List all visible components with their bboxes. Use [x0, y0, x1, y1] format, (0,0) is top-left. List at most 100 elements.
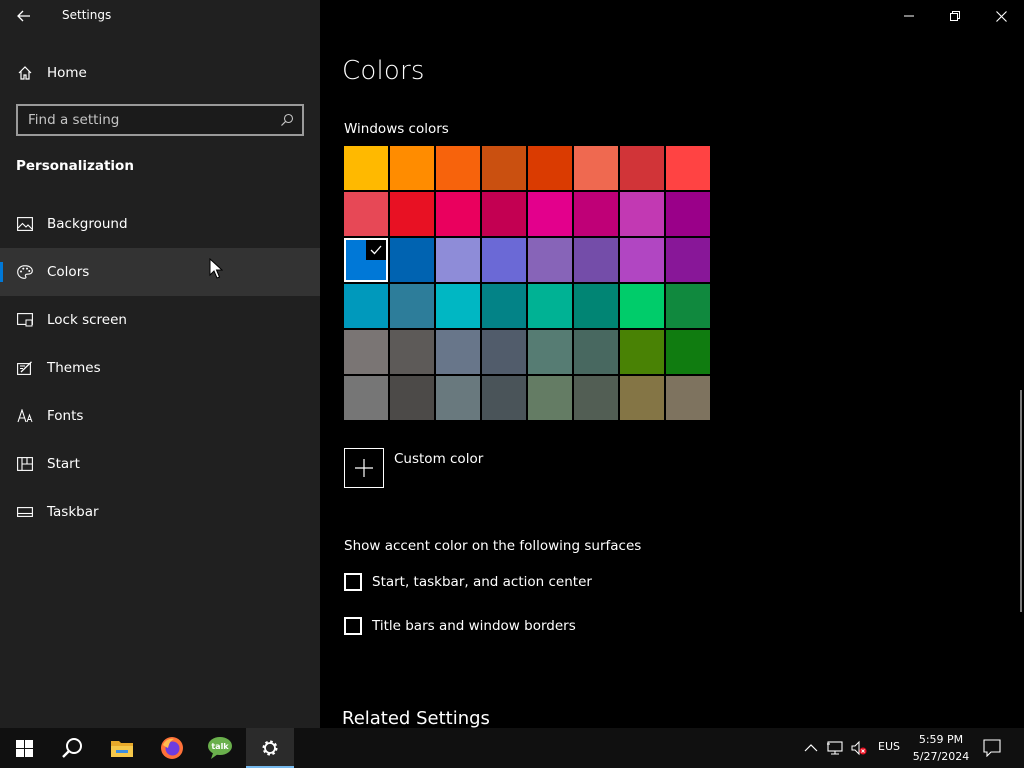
color-swatch[interactable] — [574, 376, 618, 420]
color-swatch[interactable] — [482, 330, 526, 374]
color-swatch-selected[interactable] — [344, 238, 388, 282]
start-taskbar-checkbox-label: Start, taskbar, and action center — [372, 574, 592, 590]
color-swatch[interactable] — [390, 146, 434, 190]
color-swatch[interactable] — [574, 284, 618, 328]
back-button[interactable] — [9, 2, 39, 30]
color-swatch[interactable] — [528, 284, 572, 328]
search-icon[interactable] — [280, 113, 294, 127]
restore-button[interactable] — [932, 0, 978, 32]
color-swatch[interactable] — [620, 284, 664, 328]
color-swatch[interactable] — [574, 330, 618, 374]
nav-item-start[interactable]: Start — [0, 440, 320, 488]
search-box[interactable] — [16, 104, 304, 136]
nav-item-fonts[interactable]: Fonts — [0, 392, 320, 440]
custom-color-label[interactable]: Custom color — [394, 451, 483, 467]
color-swatch[interactable] — [620, 146, 664, 190]
color-swatch[interactable] — [666, 238, 710, 282]
color-swatch[interactable] — [436, 238, 480, 282]
color-swatch[interactable] — [436, 284, 480, 328]
title-bars-checkbox-row[interactable]: Title bars and window borders — [344, 616, 576, 636]
colors-page: Colors Windows colors Custom color Show … — [320, 0, 1024, 728]
color-swatch[interactable] — [390, 330, 434, 374]
custom-color-button[interactable] — [344, 448, 384, 488]
color-swatch[interactable] — [528, 330, 572, 374]
color-swatch[interactable] — [482, 146, 526, 190]
color-swatch[interactable] — [436, 192, 480, 236]
start-button[interactable] — [0, 728, 48, 768]
color-swatch[interactable] — [666, 376, 710, 420]
nav-item-colors[interactable]: Colors — [0, 248, 320, 296]
input-language-indicator[interactable]: EUS — [878, 740, 900, 753]
minimize-icon — [904, 15, 914, 17]
file-explorer-icon — [111, 741, 133, 757]
color-swatch[interactable] — [344, 192, 388, 236]
color-swatch[interactable] — [482, 192, 526, 236]
nav-label-background: Background — [47, 216, 128, 232]
color-swatch[interactable] — [344, 146, 388, 190]
color-swatch[interactable] — [482, 238, 526, 282]
start-taskbar-checkbox-row[interactable]: Start, taskbar, and action center — [344, 572, 592, 592]
nav-item-lock-screen[interactable]: Lock screen — [0, 296, 320, 344]
volume-muted-icon[interactable] — [851, 740, 867, 756]
color-swatch[interactable] — [574, 238, 618, 282]
themes-icon — [17, 361, 32, 375]
color-swatch[interactable] — [528, 146, 572, 190]
firefox-button[interactable] — [148, 728, 196, 768]
color-swatch[interactable] — [390, 284, 434, 328]
file-explorer-button[interactable] — [98, 728, 146, 768]
scrollbar-thumb[interactable] — [1020, 390, 1022, 612]
taskbar-search-button[interactable] — [48, 728, 96, 768]
plus-icon — [355, 459, 373, 477]
svg-text:talk: talk — [211, 742, 229, 751]
color-swatch[interactable] — [482, 376, 526, 420]
nav-item-background[interactable]: Background — [0, 200, 320, 248]
color-swatch[interactable] — [666, 192, 710, 236]
nav-label-lock-screen: Lock screen — [47, 312, 127, 328]
palette-icon — [17, 265, 33, 279]
title-bars-checkbox[interactable] — [344, 617, 362, 635]
taskbar-icon — [17, 507, 33, 517]
show-hidden-icons-chevron-icon[interactable] — [803, 740, 819, 756]
windows-colors-label: Windows colors — [344, 121, 449, 137]
color-swatch[interactable] — [436, 146, 480, 190]
color-swatch[interactable] — [344, 284, 388, 328]
color-swatch[interactable] — [666, 284, 710, 328]
action-center-icon[interactable] — [983, 739, 1001, 757]
color-swatch[interactable] — [436, 330, 480, 374]
color-swatch[interactable] — [620, 238, 664, 282]
clock[interactable]: 5:59 PM 5/27/2024 — [906, 731, 976, 765]
accent-surfaces-label: Show accent color on the following surfa… — [344, 538, 642, 554]
nav-label-colors: Colors — [47, 264, 90, 280]
nav-item-themes[interactable]: Themes — [0, 344, 320, 392]
color-swatch[interactable] — [436, 376, 480, 420]
search-input[interactable] — [18, 106, 278, 134]
color-swatch[interactable] — [528, 192, 572, 236]
close-button[interactable] — [978, 0, 1024, 32]
nav-label-fonts: Fonts — [47, 408, 84, 424]
color-swatch[interactable] — [666, 330, 710, 374]
start-taskbar-checkbox[interactable] — [344, 573, 362, 591]
settings-taskbar-button[interactable] — [246, 728, 294, 768]
color-swatch[interactable] — [344, 330, 388, 374]
color-swatch[interactable] — [344, 376, 388, 420]
color-swatch[interactable] — [390, 192, 434, 236]
color-swatch[interactable] — [574, 192, 618, 236]
color-swatch[interactable] — [390, 238, 434, 282]
talk-app-button[interactable]: talk — [196, 728, 244, 768]
nav-item-taskbar[interactable]: Taskbar — [0, 488, 320, 536]
related-settings-heading: Related Settings — [342, 708, 490, 728]
color-swatch[interactable] — [482, 284, 526, 328]
home-nav-item[interactable]: Home — [0, 56, 320, 90]
color-swatch[interactable] — [574, 146, 618, 190]
clock-time: 5:59 PM — [918, 733, 964, 746]
color-swatch[interactable] — [528, 376, 572, 420]
color-swatch[interactable] — [390, 376, 434, 420]
color-swatch[interactable] — [528, 238, 572, 282]
minimize-button[interactable] — [886, 0, 932, 32]
network-icon[interactable] — [827, 740, 843, 756]
color-swatch[interactable] — [620, 376, 664, 420]
color-swatch[interactable] — [666, 146, 710, 190]
color-swatch[interactable] — [620, 192, 664, 236]
color-swatch[interactable] — [620, 330, 664, 374]
restore-icon — [950, 11, 960, 21]
